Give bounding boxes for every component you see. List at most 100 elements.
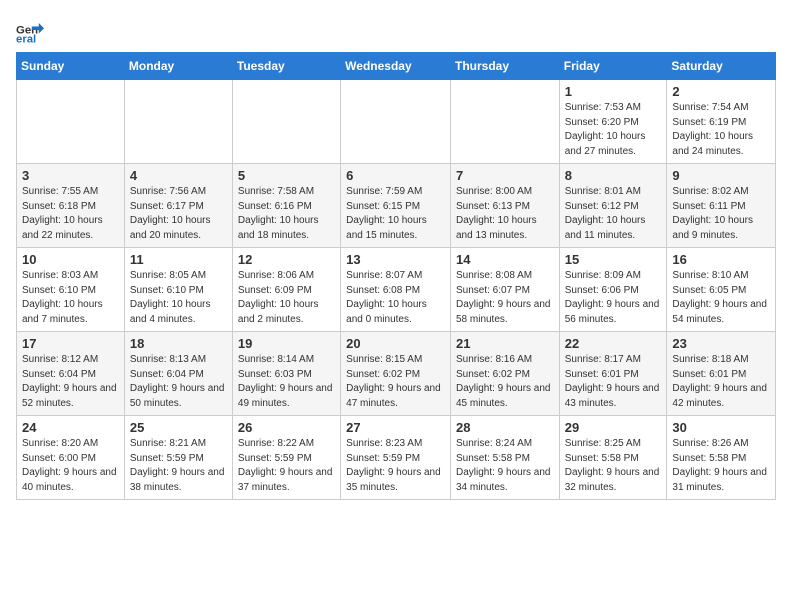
day-number: 13 [346, 252, 445, 267]
day-number: 5 [238, 168, 335, 183]
day-info: Sunrise: 8:06 AM Sunset: 6:09 PM Dayligh… [238, 269, 335, 327]
day-number: 17 [22, 336, 119, 351]
day-info: Sunrise: 8:16 AM Sunset: 6:02 PM Dayligh… [456, 353, 554, 411]
day-info: Sunrise: 8:02 AM Sunset: 6:11 PM Dayligh… [672, 185, 770, 243]
day-info: Sunrise: 8:18 AM Sunset: 6:01 PM Dayligh… [672, 353, 770, 411]
day-info: Sunrise: 8:12 AM Sunset: 6:04 PM Dayligh… [22, 353, 119, 411]
day-info: Sunrise: 7:59 AM Sunset: 6:15 PM Dayligh… [346, 185, 445, 243]
calendar-cell: 5 Sunrise: 7:58 AM Sunset: 6:16 PM Daylig… [232, 164, 340, 248]
calendar-cell: 16 Sunrise: 8:10 AM Sunset: 6:05 PM Dayli… [667, 248, 776, 332]
day-number: 6 [346, 168, 445, 183]
day-number: 14 [456, 252, 554, 267]
day-info: Sunrise: 8:08 AM Sunset: 6:07 PM Dayligh… [456, 269, 554, 327]
day-info: Sunrise: 8:22 AM Sunset: 5:59 PM Dayligh… [238, 437, 335, 495]
calendar-cell: 23Sunrise: 8:18 AM Sunset: 6:01 PM Dayli… [667, 332, 776, 416]
calendar-cell: 13 Sunrise: 8:07 AM Sunset: 6:08 PM Dayli… [341, 248, 451, 332]
day-number: 18 [130, 336, 227, 351]
calendar-cell: 6 Sunrise: 7:59 AM Sunset: 6:15 PM Daylig… [341, 164, 451, 248]
calendar-cell: 29 Sunrise: 8:25 AM Sunset: 5:58 PM Dayli… [559, 416, 667, 500]
calendar-cell: 14 Sunrise: 8:08 AM Sunset: 6:07 PM Dayli… [450, 248, 559, 332]
calendar-week-3: 10 Sunrise: 8:03 AM Sunset: 6:10 PM Dayli… [17, 248, 776, 332]
day-info: Sunrise: 8:24 AM Sunset: 5:58 PM Dayligh… [456, 437, 554, 495]
day-number: 15 [565, 252, 662, 267]
day-info: Sunrise: 8:15 AM Sunset: 6:02 PM Dayligh… [346, 353, 445, 411]
day-number: 4 [130, 168, 227, 183]
day-info: Sunrise: 8:07 AM Sunset: 6:08 PM Dayligh… [346, 269, 445, 327]
calendar-week-5: 24 Sunrise: 8:20 AM Sunset: 6:00 PM Dayli… [17, 416, 776, 500]
calendar-header-thursday: Thursday [450, 53, 559, 80]
calendar-cell [17, 80, 125, 164]
calendar-cell: 17 Sunrise: 8:12 AM Sunset: 6:04 PM Dayli… [17, 332, 125, 416]
day-info: Sunrise: 8:25 AM Sunset: 5:58 PM Dayligh… [565, 437, 662, 495]
day-number: 8 [565, 168, 662, 183]
svg-text:eral: eral [16, 33, 36, 44]
day-number: 28 [456, 420, 554, 435]
day-info: Sunrise: 8:21 AM Sunset: 5:59 PM Dayligh… [130, 437, 227, 495]
calendar-cell: 28 Sunrise: 8:24 AM Sunset: 5:58 PM Dayli… [450, 416, 559, 500]
day-number: 10 [22, 252, 119, 267]
calendar-cell: 22 Sunrise: 8:17 AM Sunset: 6:01 PM Dayli… [559, 332, 667, 416]
calendar-header-row: SundayMondayTuesdayWednesdayThursdayFrid… [17, 53, 776, 80]
calendar-cell [341, 80, 451, 164]
page-header: Gen eral [16, 16, 776, 44]
day-number: 22 [565, 336, 662, 351]
day-number: 26 [238, 420, 335, 435]
day-number: 19 [238, 336, 335, 351]
calendar-cell: 12 Sunrise: 8:06 AM Sunset: 6:09 PM Dayli… [232, 248, 340, 332]
day-number: 11 [130, 252, 227, 267]
day-info: Sunrise: 7:54 AM Sunset: 6:19 PM Dayligh… [672, 101, 770, 159]
day-info: Sunrise: 8:10 AM Sunset: 6:05 PM Dayligh… [672, 269, 770, 327]
day-number: 9 [672, 168, 770, 183]
day-number: 12 [238, 252, 335, 267]
calendar-header-saturday: Saturday [667, 53, 776, 80]
day-info: Sunrise: 7:56 AM Sunset: 6:17 PM Dayligh… [130, 185, 227, 243]
logo-icon: Gen eral [16, 16, 44, 44]
calendar-cell: 15 Sunrise: 8:09 AM Sunset: 6:06 PM Dayli… [559, 248, 667, 332]
calendar-header-monday: Monday [124, 53, 232, 80]
day-info: Sunrise: 8:03 AM Sunset: 6:10 PM Dayligh… [22, 269, 119, 327]
day-info: Sunrise: 8:01 AM Sunset: 6:12 PM Dayligh… [565, 185, 662, 243]
logo: Gen eral [16, 16, 48, 44]
calendar-cell: 18 Sunrise: 8:13 AM Sunset: 6:04 PM Dayli… [124, 332, 232, 416]
day-info: Sunrise: 8:26 AM Sunset: 5:58 PM Dayligh… [672, 437, 770, 495]
day-number: 24 [22, 420, 119, 435]
calendar-week-4: 17 Sunrise: 8:12 AM Sunset: 6:04 PM Dayli… [17, 332, 776, 416]
day-info: Sunrise: 8:09 AM Sunset: 6:06 PM Dayligh… [565, 269, 662, 327]
day-number: 1 [565, 84, 662, 99]
day-info: Sunrise: 8:20 AM Sunset: 6:00 PM Dayligh… [22, 437, 119, 495]
calendar-cell: 11Sunrise: 8:05 AM Sunset: 6:10 PM Dayli… [124, 248, 232, 332]
day-info: Sunrise: 8:13 AM Sunset: 6:04 PM Dayligh… [130, 353, 227, 411]
calendar-cell [232, 80, 340, 164]
calendar-cell: 2 Sunrise: 7:54 AM Sunset: 6:19 PM Daylig… [667, 80, 776, 164]
day-number: 16 [672, 252, 770, 267]
calendar-cell: 8 Sunrise: 8:01 AM Sunset: 6:12 PM Daylig… [559, 164, 667, 248]
calendar-header-friday: Friday [559, 53, 667, 80]
calendar-cell: 19 Sunrise: 8:14 AM Sunset: 6:03 PM Dayli… [232, 332, 340, 416]
day-info: Sunrise: 8:14 AM Sunset: 6:03 PM Dayligh… [238, 353, 335, 411]
calendar-week-2: 3Sunrise: 7:55 AM Sunset: 6:18 PM Daylig… [17, 164, 776, 248]
calendar-week-1: 1 Sunrise: 7:53 AM Sunset: 6:20 PM Daylig… [17, 80, 776, 164]
day-number: 30 [672, 420, 770, 435]
day-number: 29 [565, 420, 662, 435]
calendar-cell [124, 80, 232, 164]
calendar-cell: 26 Sunrise: 8:22 AM Sunset: 5:59 PM Dayli… [232, 416, 340, 500]
calendar-table: SundayMondayTuesdayWednesdayThursdayFrid… [16, 52, 776, 500]
calendar-cell: 7Sunrise: 8:00 AM Sunset: 6:13 PM Daylig… [450, 164, 559, 248]
calendar-header-tuesday: Tuesday [232, 53, 340, 80]
calendar-cell: 30 Sunrise: 8:26 AM Sunset: 5:58 PM Dayli… [667, 416, 776, 500]
day-number: 21 [456, 336, 554, 351]
day-info: Sunrise: 8:00 AM Sunset: 6:13 PM Dayligh… [456, 185, 554, 243]
calendar-cell: 1 Sunrise: 7:53 AM Sunset: 6:20 PM Daylig… [559, 80, 667, 164]
calendar-cell: 10 Sunrise: 8:03 AM Sunset: 6:10 PM Dayli… [17, 248, 125, 332]
calendar-cell: 21 Sunrise: 8:16 AM Sunset: 6:02 PM Dayli… [450, 332, 559, 416]
calendar-cell: 25Sunrise: 8:21 AM Sunset: 5:59 PM Dayli… [124, 416, 232, 500]
calendar-cell: 4 Sunrise: 7:56 AM Sunset: 6:17 PM Daylig… [124, 164, 232, 248]
day-info: Sunrise: 7:53 AM Sunset: 6:20 PM Dayligh… [565, 101, 662, 159]
calendar-cell: 24 Sunrise: 8:20 AM Sunset: 6:00 PM Dayli… [17, 416, 125, 500]
calendar-cell: 9 Sunrise: 8:02 AM Sunset: 6:11 PM Daylig… [667, 164, 776, 248]
day-info: Sunrise: 7:58 AM Sunset: 6:16 PM Dayligh… [238, 185, 335, 243]
day-info: Sunrise: 8:17 AM Sunset: 6:01 PM Dayligh… [565, 353, 662, 411]
calendar-cell [450, 80, 559, 164]
calendar-cell: 3Sunrise: 7:55 AM Sunset: 6:18 PM Daylig… [17, 164, 125, 248]
day-number: 2 [672, 84, 770, 99]
